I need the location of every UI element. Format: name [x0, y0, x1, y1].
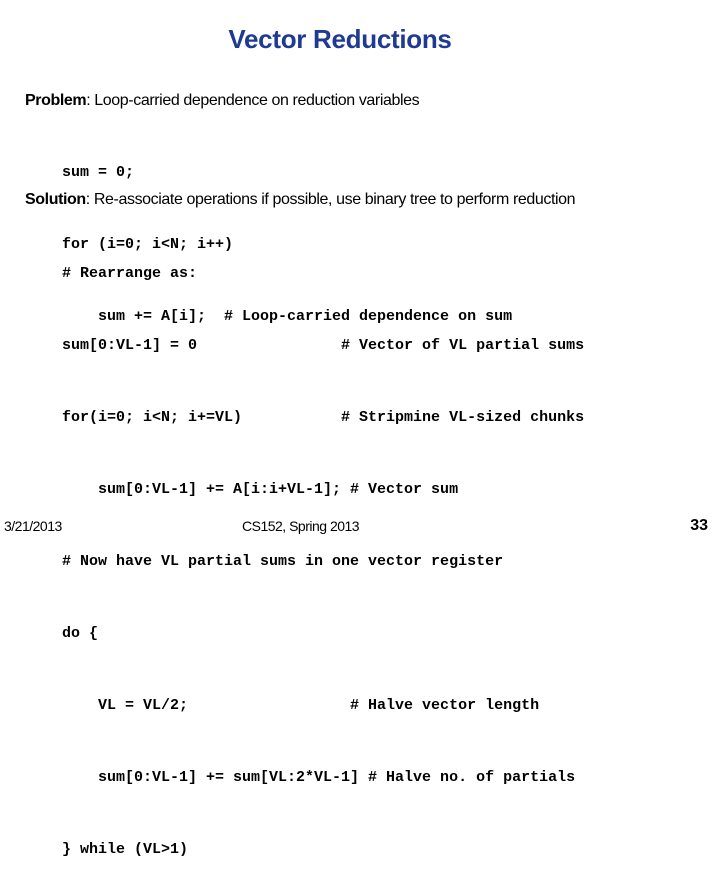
code-line: sum[0:VL-1] = 0 # Vector of VL partial s…	[62, 337, 585, 354]
code-line: } while (VL>1)	[62, 841, 189, 858]
page-number: 33	[690, 517, 708, 534]
problem-text: : Loop-carried dependence on reduction v…	[86, 92, 420, 109]
code-line: sum = 0;	[62, 164, 135, 181]
code-line: for(i=0; i<N; i+=VL) # Stripmine VL-size…	[62, 409, 585, 426]
solution-code-block: # Rearrange as: sum[0:VL-1] = 0 # Vector…	[62, 214, 584, 886]
solution-text: : Re-associate operations if possible, u…	[85, 191, 576, 208]
solution-statement: Solution: Re-associate operations if pos…	[25, 191, 576, 209]
code-line: VL = VL/2; # Halve vector length	[62, 697, 540, 714]
problem-statement: Problem: Loop-carried dependence on redu…	[25, 92, 420, 110]
code-line: sum[0:VL-1] += A[i:i+VL-1]; # Vector sum	[62, 481, 459, 498]
slide-title: Vector Reductions	[228, 24, 452, 54]
problem-label: Problem	[25, 92, 87, 109]
footer-date: 3/21/2013	[4, 518, 62, 534]
code-line: # Rearrange as:	[62, 265, 198, 282]
code-line: sum[0:VL-1] += sum[VL:2*VL-1] # Halve no…	[62, 769, 576, 786]
solution-label: Solution	[25, 191, 86, 208]
code-line: do {	[62, 625, 99, 642]
code-line: # Now have VL partial sums in one vector…	[62, 553, 504, 570]
footer-course: CS152, Spring 2013	[242, 518, 360, 534]
